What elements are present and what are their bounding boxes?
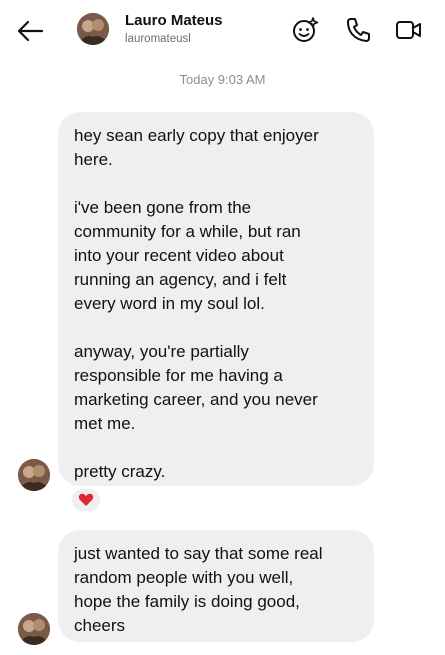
message-paragraph: i've been gone from the community for a … [74,198,301,313]
heart-icon [78,493,94,506]
contact-name[interactable]: Lauro Mateus [125,12,223,29]
chat-header: Lauro Mateus lauromateusl [0,0,445,62]
message-bubble[interactable]: just wanted to say that some real random… [58,530,374,642]
video-camera-icon[interactable] [395,16,423,44]
sender-avatar[interactable] [18,613,50,645]
back-arrow-icon[interactable] [16,18,44,44]
contact-handle: lauromateusl [125,33,191,45]
message-timestamp: Today 9:03 AM [179,72,266,87]
heart-reaction[interactable] [70,487,102,513]
phone-icon[interactable] [345,16,373,44]
message-paragraph: hey sean early copy that enjoyer here. [74,126,319,169]
avatar[interactable] [77,13,109,45]
message-paragraph: anyway, you're partially responsible for… [74,342,318,433]
message-paragraph: pretty crazy. [74,462,166,481]
sender-avatar[interactable] [18,459,50,491]
sparkle-emoji-icon[interactable] [291,16,319,44]
message-bubble[interactable]: hey sean early copy that enjoyer here. i… [58,112,374,486]
message-paragraph: just wanted to say that some real random… [74,544,323,635]
